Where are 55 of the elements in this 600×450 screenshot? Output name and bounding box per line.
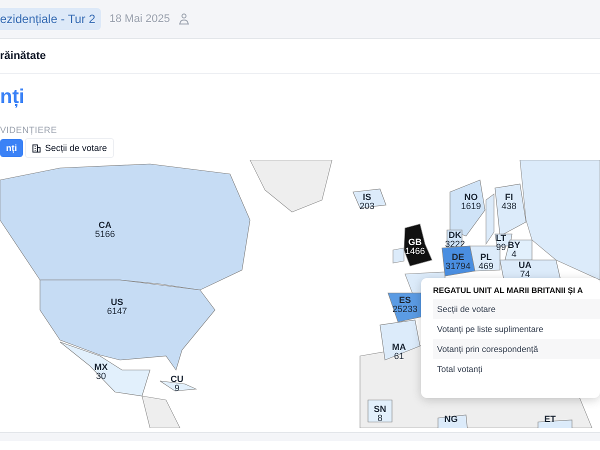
voter-count: 99 — [496, 242, 506, 252]
country-shape[interactable] — [368, 400, 392, 422]
voter-count: 25233 — [392, 304, 418, 314]
country-code: GB — [408, 237, 422, 247]
country-code: DK — [448, 230, 462, 240]
voter-count: 3222 — [444, 239, 466, 249]
country-code: BY — [508, 240, 520, 250]
country-code: US — [110, 297, 124, 307]
election-badge: ezidențiale - Tur 2 — [0, 8, 102, 30]
voter-count: 8 — [378, 413, 382, 423]
country-code: IS — [362, 192, 372, 202]
tooltip-row: Secții de votare — [433, 299, 600, 319]
voter-count: 61 — [394, 351, 404, 361]
highlight-toggle[interactable]: nți — [0, 139, 23, 157]
voter-count: 74 — [520, 269, 530, 279]
voter-count: 1619 — [460, 201, 482, 211]
country-code: ET — [544, 414, 556, 424]
country-shape[interactable] — [404, 224, 432, 266]
country-code: UA — [518, 260, 532, 270]
country-code: MA — [392, 342, 406, 352]
page-heading: nți — [0, 86, 26, 109]
country-code: NG — [444, 414, 458, 424]
tooltip-row: Votanți prin corespondență — [433, 339, 600, 359]
country-code: DE — [452, 252, 464, 262]
highlight-toggle[interactable]: Secții de votare — [25, 138, 114, 158]
country-code: PL — [480, 252, 492, 262]
voter-count: 1466 — [404, 246, 426, 256]
country-shape[interactable] — [380, 320, 420, 360]
voter-count: 438 — [501, 201, 517, 211]
country-code: SN — [374, 404, 386, 414]
election-date: 18 Mai 2025 — [109, 13, 170, 25]
tooltip-title: REGATUL UNIT AL MARII BRITANII ȘI A — [433, 286, 584, 295]
country-code: NO — [464, 192, 478, 202]
section-tab[interactable]: răinătate — [0, 39, 600, 74]
country-shape[interactable] — [450, 180, 486, 236]
building-icon — [32, 144, 41, 152]
country-code: CA — [98, 220, 112, 230]
country-code: ES — [399, 295, 411, 305]
country-code: CU — [170, 374, 184, 384]
country-code: LT — [496, 233, 506, 243]
voters-icon — [178, 13, 190, 25]
voter-count: 469 — [478, 261, 494, 271]
land-shape — [142, 396, 180, 428]
country-shape[interactable] — [160, 380, 198, 392]
country-shape[interactable] — [352, 188, 386, 208]
voter-count: 5166 — [94, 229, 116, 239]
voter-count: 4 — [512, 249, 516, 259]
voter-count: 31794 — [445, 261, 471, 271]
highlight-label: VIDENȚIERE — [0, 125, 58, 135]
country-code: FI — [505, 192, 513, 202]
voter-count: 30 — [96, 371, 106, 381]
voter-count: 6147 — [106, 306, 128, 316]
voter-count: 203 — [359, 201, 375, 211]
country-code: MX — [94, 362, 108, 372]
voter-count: 9 — [174, 383, 180, 393]
